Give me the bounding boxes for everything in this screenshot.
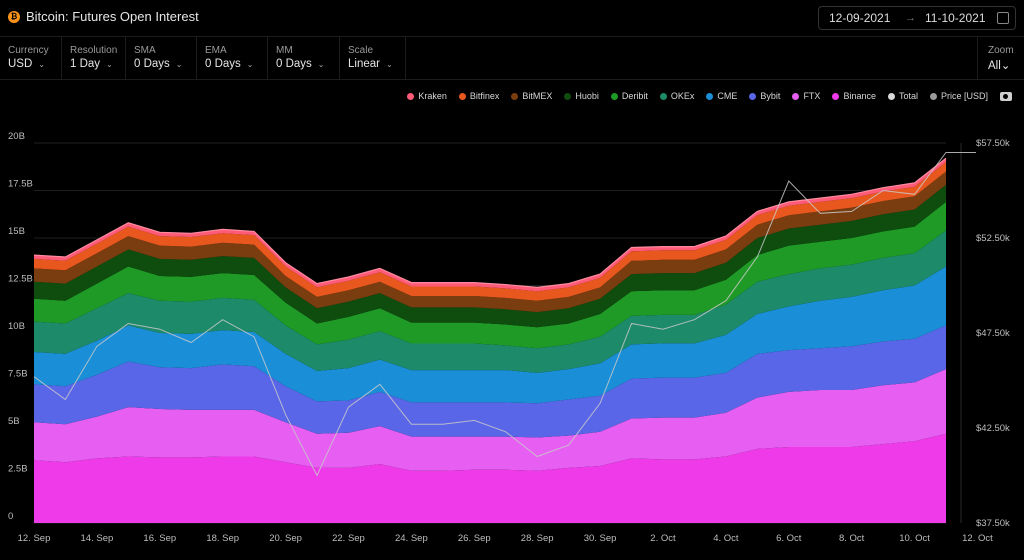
x-tick-label: 24. Sep bbox=[395, 533, 428, 544]
y-left-tick-label: 2.5B bbox=[8, 464, 28, 475]
x-tick-label: 22. Sep bbox=[332, 533, 365, 544]
x-tick-label: 14. Sep bbox=[81, 533, 114, 544]
x-tick-label: 20. Sep bbox=[269, 533, 302, 544]
x-tick-label: 4. Oct bbox=[713, 533, 739, 544]
x-tick-label: 10. Oct bbox=[899, 533, 930, 544]
open-interest-chart: 0 2.5B 5B 7.5B 10B 12.5B 15B 17.5B 20B $37.50k $42… bbox=[8, 131, 1010, 544]
x-tick-label: 28. Sep bbox=[521, 533, 554, 544]
y-left-tick-label: 7.5B bbox=[8, 369, 28, 380]
x-tick-label: 6. Oct bbox=[776, 533, 802, 544]
x-tick-label: 12. Oct bbox=[962, 533, 993, 544]
y-left-tick-label: 17.5B bbox=[8, 179, 33, 190]
x-tick-label: 8. Oct bbox=[839, 533, 865, 544]
x-tick-label: 30. Sep bbox=[584, 533, 617, 544]
x-tick-label: 16. Sep bbox=[143, 533, 176, 544]
y-right-tick-label: $42.50k bbox=[976, 423, 1010, 434]
y-right-tick-label: $52.50k bbox=[976, 233, 1010, 244]
y-right-tick-label: $47.50k bbox=[976, 328, 1010, 339]
y-left-tick-label: 15B bbox=[8, 226, 25, 237]
x-tick-label: 26. Sep bbox=[458, 533, 491, 544]
y-left-tick-label: 12.5B bbox=[8, 274, 33, 285]
y-left-tick-label: 5B bbox=[8, 416, 20, 427]
y-left-tick-label: 20B bbox=[8, 131, 25, 142]
x-tick-label: 12. Sep bbox=[18, 533, 51, 544]
y-left-tick-label: 10B bbox=[8, 321, 25, 332]
x-tick-label: 18. Sep bbox=[206, 533, 239, 544]
x-tick-label: 2. Oct bbox=[650, 533, 676, 544]
y-right-tick-label: $57.50k bbox=[976, 138, 1010, 149]
y-left-tick-label: 0 bbox=[8, 511, 13, 522]
y-right-tick-label: $37.50k bbox=[976, 518, 1010, 529]
